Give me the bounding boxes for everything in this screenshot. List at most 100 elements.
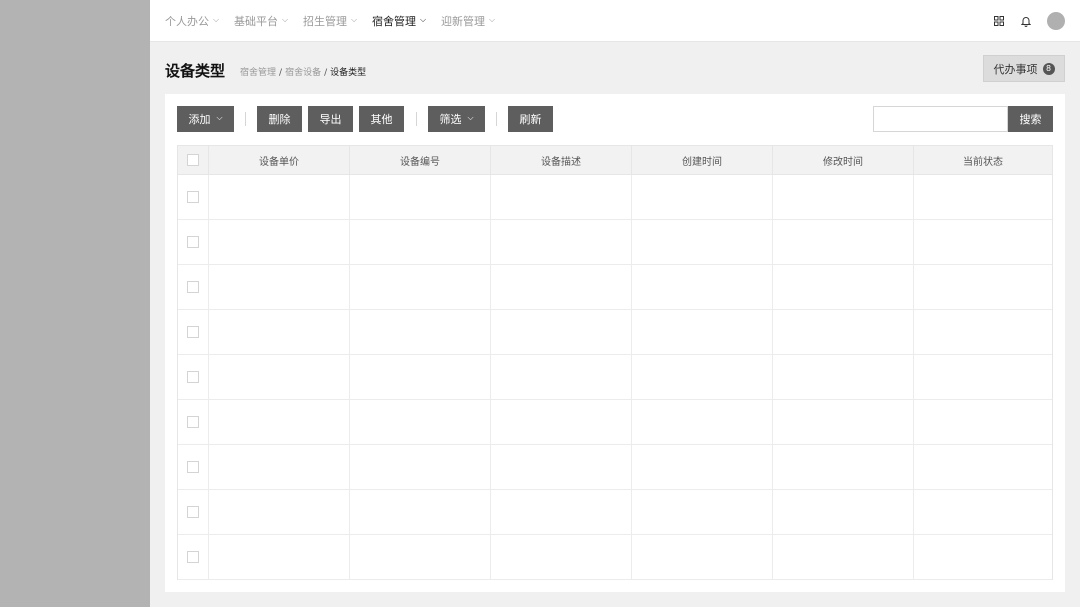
- todo-button[interactable]: 代办事项 8: [983, 55, 1065, 82]
- table-cell: [490, 175, 631, 219]
- other-button[interactable]: 其他: [359, 106, 404, 132]
- table-row[interactable]: [178, 355, 1052, 400]
- column-header[interactable]: 设备编号: [349, 146, 490, 175]
- toolbar-divider: [416, 112, 417, 126]
- table-cell: [490, 220, 631, 264]
- table-cell: [913, 175, 1052, 219]
- table-cell: [631, 265, 772, 309]
- table-cell: [631, 175, 772, 219]
- table-row[interactable]: [178, 445, 1052, 490]
- table-cell: [631, 220, 772, 264]
- nav-item-admissions[interactable]: 招生管理 ⌵: [303, 13, 357, 29]
- table-row[interactable]: [178, 535, 1052, 580]
- bell-icon[interactable]: [1017, 12, 1035, 30]
- table-cell: [772, 310, 913, 354]
- table-cell: [631, 400, 772, 444]
- table-row[interactable]: [178, 400, 1052, 445]
- table-cell: [772, 400, 913, 444]
- column-header[interactable]: 当前状态: [913, 146, 1052, 175]
- table-cell: [490, 535, 631, 579]
- row-checkbox[interactable]: [187, 461, 199, 473]
- breadcrumb-item[interactable]: 宿舍设备: [285, 68, 321, 78]
- table-cell: [349, 175, 490, 219]
- table-cell: [631, 535, 772, 579]
- table-cell: [490, 490, 631, 534]
- sidebar: [0, 0, 150, 607]
- table-row[interactable]: [178, 265, 1052, 310]
- table-row[interactable]: [178, 310, 1052, 355]
- row-checkbox[interactable]: [187, 191, 199, 203]
- table-cell: [913, 265, 1052, 309]
- table-cell: [631, 310, 772, 354]
- table-cell: [208, 265, 349, 309]
- search-input[interactable]: [873, 106, 1008, 132]
- chevron-down-icon: ⌵: [216, 113, 223, 122]
- nav-item-orientation[interactable]: 迎新管理 ⌵: [441, 13, 495, 29]
- search-button[interactable]: 搜索: [1008, 106, 1053, 132]
- table-header: 设备单价 设备编号 设备描述 创建时间 修改时间 当前状态: [178, 146, 1052, 175]
- toolbar-divider: [496, 112, 497, 126]
- table-cell: [631, 490, 772, 534]
- breadcrumb-separator: /: [279, 68, 283, 78]
- export-button[interactable]: 导出: [308, 106, 353, 132]
- table-cell: [490, 445, 631, 489]
- column-header[interactable]: 设备单价: [208, 146, 349, 175]
- refresh-button[interactable]: 刷新: [508, 106, 553, 132]
- breadcrumb-item[interactable]: 宿舍管理: [240, 68, 276, 78]
- table-row[interactable]: [178, 490, 1052, 535]
- nav-item-label: 基础平台: [234, 15, 278, 28]
- table-cell: [208, 445, 349, 489]
- table-cell: [772, 265, 913, 309]
- add-button-label: 添加: [188, 113, 211, 126]
- table-row[interactable]: [178, 220, 1052, 265]
- chevron-down-icon: ⌵: [282, 15, 289, 24]
- row-checkbox[interactable]: [187, 551, 199, 563]
- table-cell: [913, 490, 1052, 534]
- table-cell: [349, 535, 490, 579]
- add-button[interactable]: 添加 ⌵: [177, 106, 234, 132]
- table-cell: [208, 220, 349, 264]
- nav-item-personal-office[interactable]: 个人办公 ⌵: [165, 13, 219, 29]
- chevron-down-icon: ⌵: [420, 15, 427, 24]
- table-cell: [208, 400, 349, 444]
- filter-button[interactable]: 筛选 ⌵: [428, 106, 485, 132]
- nav-item-dormitory[interactable]: 宿舍管理 ⌵: [372, 13, 426, 29]
- toolbar-divider: [245, 112, 246, 126]
- table-cell: [490, 265, 631, 309]
- table-cell: [208, 355, 349, 399]
- row-checkbox[interactable]: [187, 236, 199, 248]
- row-checkbox[interactable]: [187, 371, 199, 383]
- chevron-down-icon: ⌵: [213, 15, 220, 24]
- todo-label: 代办事项: [993, 62, 1038, 76]
- delete-button[interactable]: 删除: [257, 106, 302, 132]
- table-cell: [913, 220, 1052, 264]
- grid-icon[interactable]: [990, 12, 1008, 30]
- table-cell: [208, 310, 349, 354]
- table-cell: [349, 220, 490, 264]
- table-row[interactable]: [178, 175, 1052, 220]
- top-navigation: 个人办公 ⌵ 基础平台 ⌵ 招生管理 ⌵ 宿舍管理 ⌵ 迎新管理 ⌵: [150, 0, 1080, 42]
- table-cell: [913, 355, 1052, 399]
- column-header[interactable]: 设备描述: [490, 146, 631, 175]
- row-checkbox[interactable]: [187, 416, 199, 428]
- table-cell: [772, 535, 913, 579]
- row-checkbox[interactable]: [187, 326, 199, 338]
- table-cell: [913, 535, 1052, 579]
- avatar[interactable]: [1047, 12, 1065, 30]
- table-cell: [772, 445, 913, 489]
- filter-button-label: 筛选: [439, 113, 462, 126]
- table-cell: [349, 355, 490, 399]
- column-header[interactable]: 创建时间: [631, 146, 772, 175]
- table-cell: [349, 400, 490, 444]
- row-checkbox[interactable]: [187, 281, 199, 293]
- nav-item-base-platform[interactable]: 基础平台 ⌵: [234, 13, 288, 29]
- select-all-checkbox[interactable]: [187, 154, 199, 166]
- row-checkbox[interactable]: [187, 506, 199, 518]
- table-cell: [772, 355, 913, 399]
- main-area: 个人办公 ⌵ 基础平台 ⌵ 招生管理 ⌵ 宿舍管理 ⌵ 迎新管理 ⌵ 设备类型 宿舍管理 /…: [150, 0, 1080, 607]
- nav-item-label: 个人办公: [165, 15, 209, 28]
- table-cell: [772, 175, 913, 219]
- column-header[interactable]: 修改时间: [772, 146, 913, 175]
- chevron-down-icon: ⌵: [467, 113, 474, 122]
- chevron-down-icon: ⌵: [489, 15, 496, 24]
